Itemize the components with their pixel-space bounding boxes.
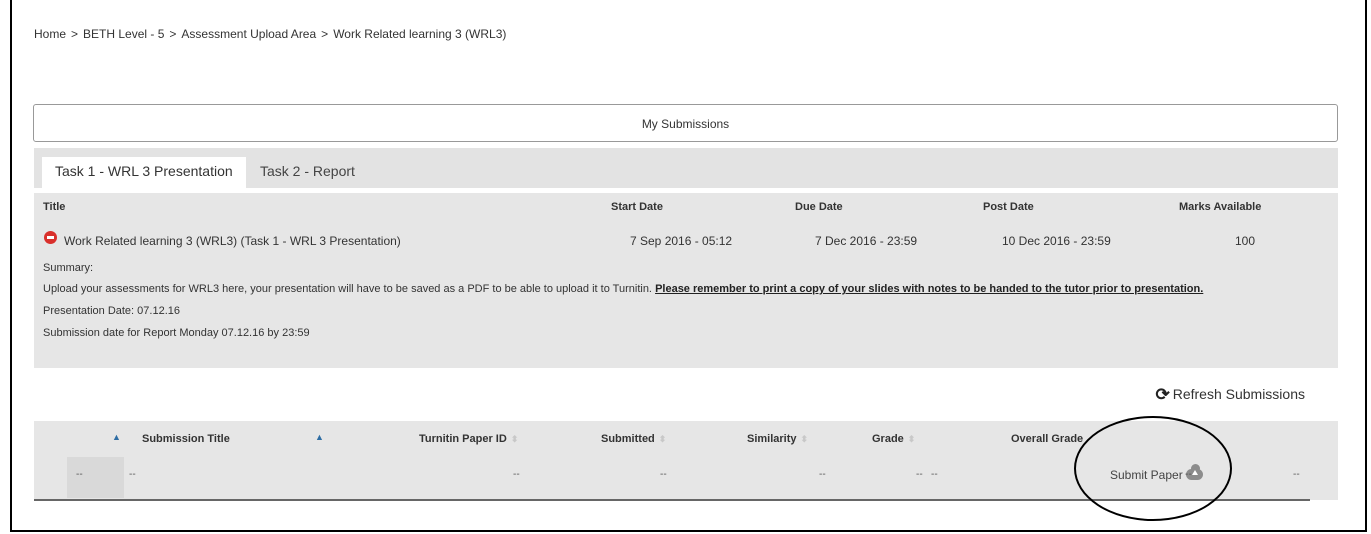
table-bottom-divider (34, 499, 1310, 501)
row-grade-extra: -- (931, 469, 938, 480)
breadcrumb-current: Work Related learning 3 (WRL3) (333, 27, 507, 41)
column-overall-grade: Overall Grade (1011, 433, 1084, 445)
refresh-icon: ⟳ (1155, 385, 1170, 404)
summary-reminder: Please remember to print a copy of your … (655, 283, 1204, 295)
column-turnitin-paper-id[interactable]: Turnitin Paper ID ⬍ (419, 433, 518, 445)
row-similarity: -- (819, 469, 826, 480)
my-submissions-header: My Submissions (33, 104, 1338, 142)
task-post-date: 10 Dec 2016 - 23:59 (1002, 234, 1111, 248)
breadcrumb-level[interactable]: BETH Level - 5 (83, 27, 164, 41)
row-grade: -- (916, 469, 923, 480)
task-due-date: 7 Dec 2016 - 23:59 (815, 234, 918, 248)
row-paper-id: -- (513, 469, 520, 480)
task-title: Work Related learning 3 (WRL3) (Task 1 -… (64, 234, 401, 248)
submissions-table: ▲ Submission Title ▲ Turnitin Paper ID ⬍ … (34, 421, 1338, 500)
due-date-column-header: Due Date (795, 201, 843, 213)
row-cell: -- (1293, 469, 1300, 480)
breadcrumb-separator: > (169, 27, 177, 41)
breadcrumb-upload-area[interactable]: Assessment Upload Area (181, 27, 316, 41)
task-tabs: Task 1 - WRL 3 Presentation Task 2 - Rep… (34, 148, 1338, 188)
row-cell: -- (76, 469, 83, 480)
sort-icon: ⬍ (658, 434, 667, 444)
stop-icon (44, 231, 57, 244)
title-column-header: Title (43, 201, 66, 213)
tab-task-2[interactable]: Task 2 - Report (247, 157, 368, 188)
column-submitted[interactable]: Submitted ⬍ (601, 433, 666, 445)
column-similarity-label: Similarity (747, 433, 797, 445)
breadcrumb-separator: > (321, 27, 329, 41)
summary-instructions-text: Upload your assessments for WRL3 here, y… (43, 283, 652, 295)
sort-icon: ⬍ (800, 434, 809, 444)
column-turnitin-paper-id-label: Turnitin Paper ID (419, 433, 507, 445)
column-submitted-label: Submitted (601, 433, 655, 445)
submit-paper-label: Submit Paper (1110, 468, 1183, 482)
summary-label: Summary: (43, 262, 94, 274)
sort-icon: ⬍ (907, 434, 916, 444)
start-date-column-header: Start Date (611, 201, 663, 213)
sort-asc-icon[interactable]: ▲ (315, 432, 324, 442)
column-similarity[interactable]: Similarity ⬍ (747, 433, 808, 445)
post-date-column-header: Post Date (983, 201, 1034, 213)
refresh-submissions-button[interactable]: ⟳ Refresh Submissions (1155, 385, 1305, 405)
task-details-panel: Title Start Date Due Date Post Date Mark… (34, 193, 1338, 368)
breadcrumb: Home > BETH Level - 5 > Assessment Upload Ar… (34, 27, 506, 41)
report-submission-date: Submission date for Report Monday 07.12.… (43, 327, 310, 339)
sort-asc-icon[interactable]: ▲ (112, 432, 121, 442)
row-submitted: -- (660, 469, 667, 480)
task-start-date: 7 Sep 2016 - 05:12 (630, 234, 733, 248)
breadcrumb-separator: > (71, 27, 79, 41)
row-submission-title: -- (129, 469, 136, 480)
row-cell: -- (1185, 469, 1192, 480)
marks-available-column-header: Marks Available (1179, 201, 1262, 213)
breadcrumb-home[interactable]: Home (34, 27, 66, 41)
refresh-submissions-label: Refresh Submissions (1172, 386, 1305, 402)
column-grade[interactable]: Grade ⬍ (872, 433, 915, 445)
tab-task-1[interactable]: Task 1 - WRL 3 Presentation (42, 157, 246, 188)
presentation-date: Presentation Date: 07.12.16 (43, 305, 180, 317)
sort-icon: ⬍ (510, 434, 519, 444)
summary-instructions: Upload your assessments for WRL3 here, y… (43, 283, 1203, 295)
refresh-row: ⟳ Refresh Submissions (34, 369, 1338, 415)
column-grade-label: Grade (872, 433, 904, 445)
column-submission-title[interactable]: Submission Title (142, 433, 230, 445)
task-marks-available: 100 (1235, 234, 1256, 248)
